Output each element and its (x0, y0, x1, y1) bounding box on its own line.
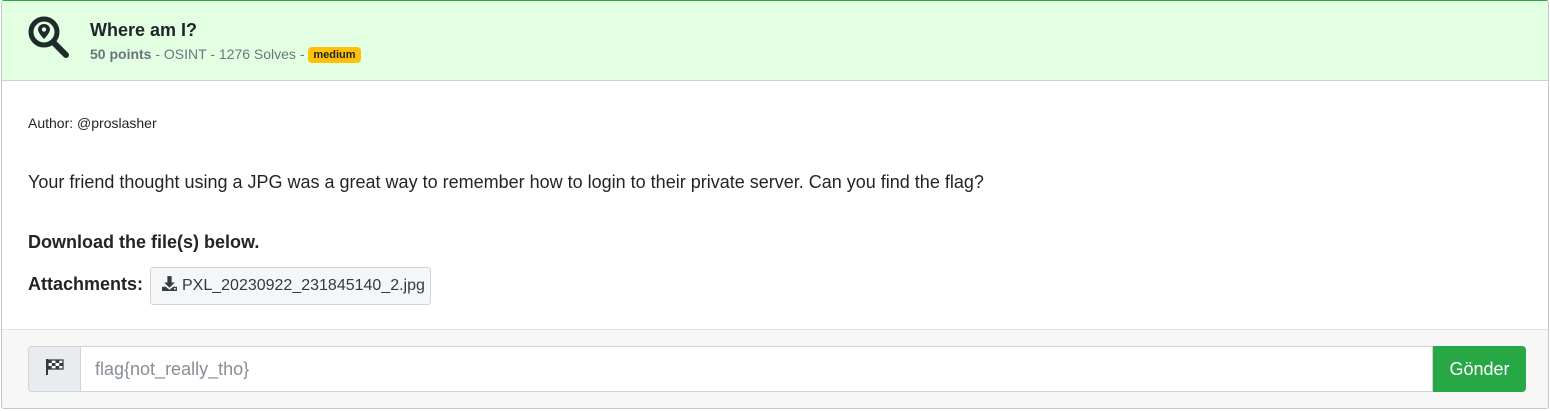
flag-input[interactable] (80, 346, 1433, 392)
attachment-filename: PXL_20230922_231845140_2.jpg (182, 277, 425, 294)
submit-button[interactable]: Gönder (1433, 346, 1526, 392)
attachments-label: Attachments: (28, 274, 144, 294)
difficulty-badge: medium (308, 47, 361, 63)
challenge-author: Author: @proslasher (28, 115, 157, 131)
flag-input-prefix (28, 346, 80, 392)
challenge-meta: 50 points - OSINT - 1276 Solves - medium (90, 46, 361, 63)
checkered-flag-icon (45, 358, 65, 381)
challenge-card: Where am I? 50 points - OSINT - 1276 Sol… (1, 0, 1549, 409)
challenge-category-solves: - OSINT - 1276 Solves - (151, 46, 309, 62)
map-search-icon (26, 15, 72, 61)
challenge-points: 50 points (90, 46, 152, 62)
challenge-title: Where am I? (90, 20, 198, 40)
download-icon (161, 275, 182, 297)
challenge-header: Where am I? 50 points - OSINT - 1276 Sol… (2, 1, 1548, 81)
challenge-description: Your friend thought using a JPG was a gr… (28, 172, 984, 192)
download-heading: Download the file(s) below. (28, 232, 260, 252)
attachment-download-button[interactable]: PXL_20230922_231845140_2.jpg (150, 267, 431, 305)
flag-submit-form: Gönder (2, 329, 1548, 408)
